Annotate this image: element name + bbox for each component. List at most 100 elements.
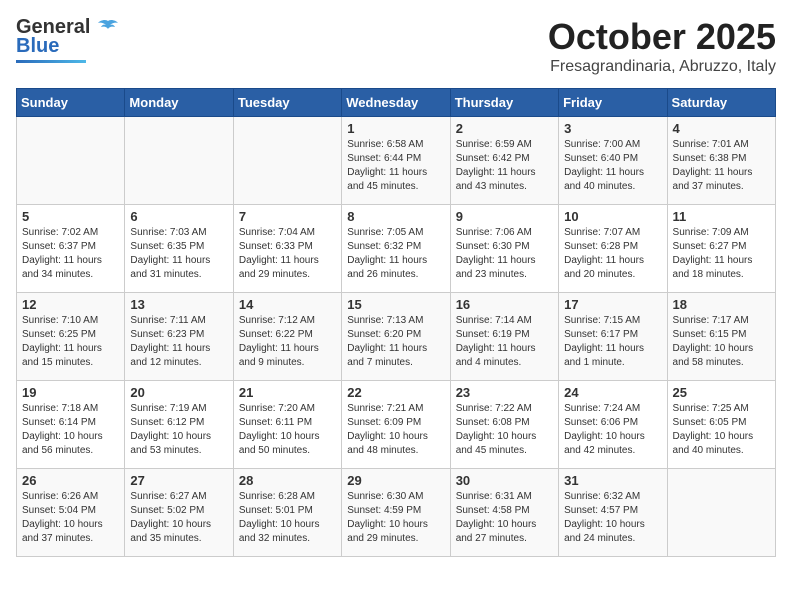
day-number: 18 xyxy=(673,297,770,312)
day-number: 5 xyxy=(22,209,119,224)
table-row: 12 Sunrise: 7:10 AM Sunset: 6:25 PM Dayli… xyxy=(17,293,125,381)
calendar-header-row: Sunday Monday Tuesday Wednesday Thursday… xyxy=(17,89,776,117)
day-number: 3 xyxy=(564,121,661,136)
day-number: 15 xyxy=(347,297,444,312)
day-number: 1 xyxy=(347,121,444,136)
day-number: 14 xyxy=(239,297,336,312)
day-number: 22 xyxy=(347,385,444,400)
day-number: 21 xyxy=(239,385,336,400)
calendar-week-row: 1 Sunrise: 6:58 AM Sunset: 6:44 PM Daylig… xyxy=(17,117,776,205)
day-info: Sunrise: 6:30 AM Sunset: 4:59 PM Dayligh… xyxy=(347,490,444,546)
table-row: 10 Sunrise: 7:07 AM Sunset: 6:28 PM Dayli… xyxy=(559,205,667,293)
calendar-week-row: 26Sunrise: 6:26 AM Sunset: 5:04 PM Dayli… xyxy=(17,469,776,557)
day-number: 31 xyxy=(564,473,661,488)
day-info: Sunrise: 7:07 AM Sunset: 6:28 PM Dayligh… xyxy=(564,226,661,282)
table-row: 22 Sunrise: 7:21 AM Sunset: 6:09 PM Dayli… xyxy=(342,381,450,469)
day-number: 2 xyxy=(456,121,553,136)
logo-blue-text: Blue xyxy=(16,35,59,58)
day-info: Sunrise: 6:59 AM Sunset: 6:42 PM Dayligh… xyxy=(456,138,553,194)
day-info: Sunrise: 7:14 AM Sunset: 6:19 PM Dayligh… xyxy=(456,314,553,370)
title-block: October 2025 Fresagrandinaria, Abruzzo, … xyxy=(548,16,776,76)
day-info: Sunrise: 7:05 AM Sunset: 6:32 PM Dayligh… xyxy=(347,226,444,282)
day-info: Sunrise: 7:10 AM Sunset: 6:25 PM Dayligh… xyxy=(22,314,119,370)
day-info: Sunrise: 7:03 AM Sunset: 6:35 PM Dayligh… xyxy=(130,226,227,282)
table-row: 13 Sunrise: 7:11 AM Sunset: 6:23 PM Dayli… xyxy=(125,293,233,381)
day-number: 24 xyxy=(564,385,661,400)
table-row: 17Sunrise: 7:15 AM Sunset: 6:17 PM Dayli… xyxy=(559,293,667,381)
table-row: 6 Sunrise: 7:03 AM Sunset: 6:35 PM Daylig… xyxy=(125,205,233,293)
table-row: 14 Sunrise: 7:12 AM Sunset: 6:22 PM Dayli… xyxy=(233,293,341,381)
table-row: 8Sunrise: 7:05 AM Sunset: 6:32 PM Daylig… xyxy=(342,205,450,293)
header-tuesday: Tuesday xyxy=(233,89,341,117)
day-info: Sunrise: 7:06 AM Sunset: 6:30 PM Dayligh… xyxy=(456,226,553,282)
day-number: 25 xyxy=(673,385,770,400)
table-row: 18 Sunrise: 7:17 AM Sunset: 6:15 PM Dayli… xyxy=(667,293,775,381)
day-number: 19 xyxy=(22,385,119,400)
day-number: 23 xyxy=(456,385,553,400)
day-info: Sunrise: 6:31 AM Sunset: 4:58 PM Dayligh… xyxy=(456,490,553,546)
table-row: 20Sunrise: 7:19 AM Sunset: 6:12 PM Dayli… xyxy=(125,381,233,469)
table-row: 7 Sunrise: 7:04 AM Sunset: 6:33 PM Daylig… xyxy=(233,205,341,293)
header-thursday: Thursday xyxy=(450,89,558,117)
table-row: 2 Sunrise: 6:59 AM Sunset: 6:42 PM Daylig… xyxy=(450,117,558,205)
day-number: 7 xyxy=(239,209,336,224)
table-row: 5 Sunrise: 7:02 AM Sunset: 6:37 PM Daylig… xyxy=(17,205,125,293)
calendar-table: Sunday Monday Tuesday Wednesday Thursday… xyxy=(16,88,776,557)
day-info: Sunrise: 7:22 AM Sunset: 6:08 PM Dayligh… xyxy=(456,402,553,458)
calendar-week-row: 5 Sunrise: 7:02 AM Sunset: 6:37 PM Daylig… xyxy=(17,205,776,293)
table-row: 16Sunrise: 7:14 AM Sunset: 6:19 PM Dayli… xyxy=(450,293,558,381)
day-number: 9 xyxy=(456,209,553,224)
table-row xyxy=(667,469,775,557)
day-info: Sunrise: 7:04 AM Sunset: 6:33 PM Dayligh… xyxy=(239,226,336,282)
day-info: Sunrise: 7:12 AM Sunset: 6:22 PM Dayligh… xyxy=(239,314,336,370)
day-info: Sunrise: 6:32 AM Sunset: 4:57 PM Dayligh… xyxy=(564,490,661,546)
day-info: Sunrise: 7:02 AM Sunset: 6:37 PM Dayligh… xyxy=(22,226,119,282)
table-row: 1 Sunrise: 6:58 AM Sunset: 6:44 PM Daylig… xyxy=(342,117,450,205)
header-monday: Monday xyxy=(125,89,233,117)
table-row xyxy=(125,117,233,205)
day-info: Sunrise: 7:17 AM Sunset: 6:15 PM Dayligh… xyxy=(673,314,770,370)
table-row: 19 Sunrise: 7:18 AM Sunset: 6:14 PM Dayli… xyxy=(17,381,125,469)
header-friday: Friday xyxy=(559,89,667,117)
day-number: 13 xyxy=(130,297,227,312)
table-row: 31 Sunrise: 6:32 AM Sunset: 4:57 PM Dayli… xyxy=(559,469,667,557)
day-info: Sunrise: 6:58 AM Sunset: 6:44 PM Dayligh… xyxy=(347,138,444,194)
table-row: 3 Sunrise: 7:00 AM Sunset: 6:40 PM Daylig… xyxy=(559,117,667,205)
header-sunday: Sunday xyxy=(17,89,125,117)
day-number: 26 xyxy=(22,473,119,488)
day-info: Sunrise: 7:11 AM Sunset: 6:23 PM Dayligh… xyxy=(130,314,227,370)
day-number: 11 xyxy=(673,209,770,224)
calendar-week-row: 19 Sunrise: 7:18 AM Sunset: 6:14 PM Dayli… xyxy=(17,381,776,469)
table-row xyxy=(17,117,125,205)
logo-bird-icon xyxy=(98,19,118,37)
day-info: Sunrise: 7:00 AM Sunset: 6:40 PM Dayligh… xyxy=(564,138,661,194)
month-title: October 2025 xyxy=(548,16,776,58)
table-row: 9 Sunrise: 7:06 AM Sunset: 6:30 PM Daylig… xyxy=(450,205,558,293)
day-number: 29 xyxy=(347,473,444,488)
table-row: 30Sunrise: 6:31 AM Sunset: 4:58 PM Dayli… xyxy=(450,469,558,557)
day-info: Sunrise: 7:25 AM Sunset: 6:05 PM Dayligh… xyxy=(673,402,770,458)
location: Fresagrandinaria, Abruzzo, Italy xyxy=(548,58,776,76)
table-row: 26Sunrise: 6:26 AM Sunset: 5:04 PM Dayli… xyxy=(17,469,125,557)
day-info: Sunrise: 6:28 AM Sunset: 5:01 PM Dayligh… xyxy=(239,490,336,546)
table-row: 24 Sunrise: 7:24 AM Sunset: 6:06 PM Dayli… xyxy=(559,381,667,469)
page-header: General Blue October 2025 Fresagrandinar… xyxy=(16,16,776,76)
day-number: 6 xyxy=(130,209,227,224)
table-row xyxy=(233,117,341,205)
day-info: Sunrise: 7:01 AM Sunset: 6:38 PM Dayligh… xyxy=(673,138,770,194)
table-row: 25 Sunrise: 7:25 AM Sunset: 6:05 PM Dayli… xyxy=(667,381,775,469)
header-saturday: Saturday xyxy=(667,89,775,117)
day-info: Sunrise: 7:24 AM Sunset: 6:06 PM Dayligh… xyxy=(564,402,661,458)
day-number: 4 xyxy=(673,121,770,136)
table-row: 15Sunrise: 7:13 AM Sunset: 6:20 PM Dayli… xyxy=(342,293,450,381)
table-row: 29 Sunrise: 6:30 AM Sunset: 4:59 PM Dayli… xyxy=(342,469,450,557)
day-info: Sunrise: 7:20 AM Sunset: 6:11 PM Dayligh… xyxy=(239,402,336,458)
table-row: 27Sunrise: 6:27 AM Sunset: 5:02 PM Dayli… xyxy=(125,469,233,557)
day-number: 17 xyxy=(564,297,661,312)
calendar-week-row: 12 Sunrise: 7:10 AM Sunset: 6:25 PM Dayli… xyxy=(17,293,776,381)
day-info: Sunrise: 7:21 AM Sunset: 6:09 PM Dayligh… xyxy=(347,402,444,458)
day-number: 10 xyxy=(564,209,661,224)
day-info: Sunrise: 7:18 AM Sunset: 6:14 PM Dayligh… xyxy=(22,402,119,458)
table-row: 23 Sunrise: 7:22 AM Sunset: 6:08 PM Dayli… xyxy=(450,381,558,469)
day-number: 12 xyxy=(22,297,119,312)
